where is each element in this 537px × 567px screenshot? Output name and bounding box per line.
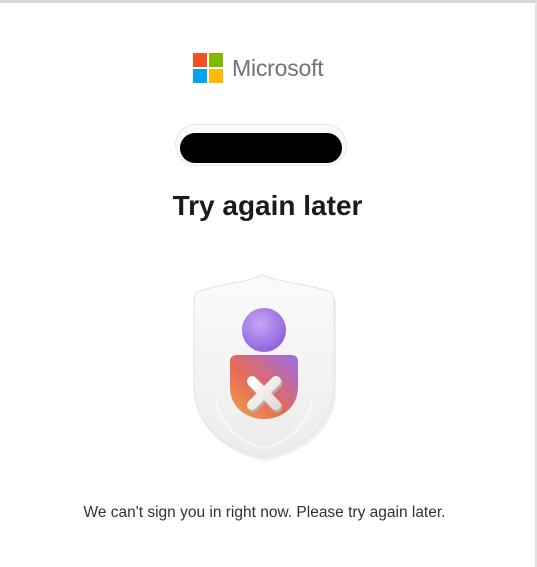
page-title: Try again later xyxy=(172,190,363,221)
microsoft-logo-icon xyxy=(193,53,223,83)
logo-square-yellow xyxy=(209,69,223,83)
brand-name: Microsoft xyxy=(232,55,324,81)
logo-square-blue xyxy=(193,69,207,83)
error-message: We can't sign you in right now. Please t… xyxy=(83,504,446,521)
account-redaction xyxy=(180,133,342,163)
shield-user-error-icon xyxy=(186,269,341,469)
sign-in-panel: Microsoft Try again later We can't sign … xyxy=(0,0,537,567)
account-identifier[interactable] xyxy=(175,124,347,166)
logo-square-red xyxy=(193,53,207,67)
user-head-icon xyxy=(242,308,286,352)
logo-square-green xyxy=(209,53,223,67)
brand-header: Microsoft xyxy=(193,52,324,84)
